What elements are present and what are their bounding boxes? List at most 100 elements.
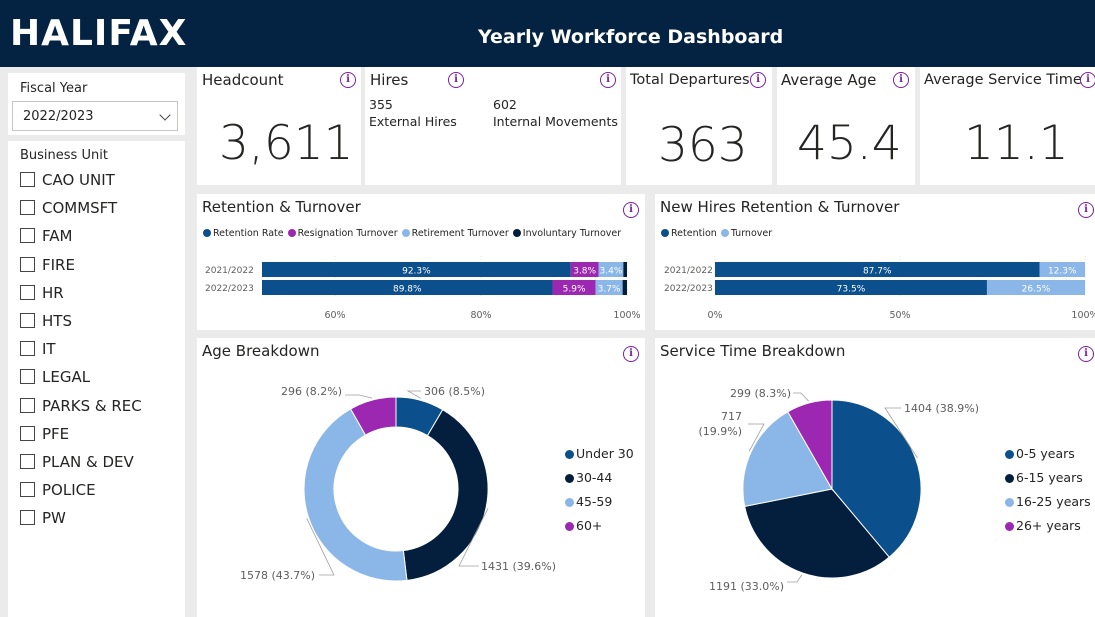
checkbox[interactable] (20, 200, 35, 216)
data-label: 1404 (38.9%) (904, 402, 979, 415)
new-hires-retention-card: New Hires Retention & Turnover i Retenti… (655, 194, 1095, 330)
bar-segment[interactable] (623, 262, 627, 277)
legend-item[interactable]: Under 30 (565, 442, 634, 466)
business-unit-item[interactable]: PFE (20, 423, 180, 445)
checkbox[interactable] (20, 425, 35, 441)
legend-item[interactable]: 6-15 years (1005, 466, 1091, 490)
checkbox[interactable] (20, 284, 35, 300)
pie-slice[interactable] (303, 408, 408, 582)
business-unit-label: PARKS & REC (42, 396, 142, 415)
info-icon[interactable]: i (893, 72, 909, 88)
info-icon[interactable]: i (448, 72, 464, 88)
data-label: 1578 (43.7%) (240, 569, 315, 582)
legend-dot (565, 522, 574, 531)
headcount-value: 3,611 (219, 116, 354, 171)
business-unit-item[interactable]: HTS (20, 310, 180, 332)
data-label: 92.3% (402, 267, 431, 277)
business-unit-item[interactable]: COMMSFT (20, 197, 180, 219)
average-age-value: 45.4 (797, 116, 902, 171)
pie-slice[interactable] (402, 409, 489, 581)
headcount-label: Headcount (202, 71, 284, 89)
business-unit-item[interactable]: HR (20, 282, 180, 304)
halifax-logo: HALIFAX (10, 13, 188, 54)
service-time-card: Average Service Time i 11.1 (920, 67, 1095, 185)
fiscal-year-select[interactable]: 2022/2023 (12, 101, 178, 131)
x-tick-label: 50% (889, 310, 910, 321)
data-label: 12.3% (1048, 267, 1077, 277)
data-label: 3.8% (573, 267, 596, 277)
business-unit-label: HR (42, 283, 64, 302)
business-unit-item[interactable]: FIRE (20, 254, 180, 276)
business-unit-item[interactable]: POLICE (20, 479, 180, 501)
service-time-breakdown-legend: 0-5 years 6-15 years 16-25 years 26+ years (1005, 442, 1091, 538)
page-title: Yearly Workforce Dashboard (478, 26, 784, 48)
legend-dot (1005, 474, 1014, 483)
legend-item[interactable]: 0-5 years (1005, 442, 1091, 466)
headcount-card: Headcount i 3,611 (197, 67, 361, 185)
data-label: 1431 (39.6%) (481, 560, 556, 573)
departures-card: Total Departures i 363 (626, 67, 772, 185)
business-unit-label: COMMSFT (42, 199, 118, 218)
retention-turnover-chart: 60% 80% 100% 2021/2022 92.3% 3.8% 3.4% 2022/202… (205, 256, 641, 321)
business-unit-label: POLICE (42, 481, 96, 500)
business-unit-label: CAO UNIT (42, 171, 115, 189)
checkbox[interactable] (20, 369, 35, 385)
checkbox[interactable] (20, 341, 35, 357)
business-unit-label: PFE (42, 424, 70, 443)
leader-line (406, 390, 421, 399)
business-unit-item[interactable]: PW (20, 507, 180, 529)
business-unit-item[interactable]: IT (20, 338, 180, 360)
age-breakdown-card: Age Breakdown i 306 (8.5%) 1431 (39.6%) 15… (197, 338, 645, 617)
info-icon[interactable]: i (600, 72, 616, 88)
data-label: 26.5% (1022, 285, 1051, 295)
legend-label: 30-44 (576, 470, 613, 485)
checkbox[interactable] (20, 313, 35, 328)
fiscal-year-value: 2022/2023 (23, 109, 94, 124)
business-unit-item[interactable]: PLAN & DEV (20, 451, 180, 473)
legend-label: 16-25 years (1016, 494, 1091, 509)
legend-label: 26+ years (1016, 518, 1081, 533)
checkbox[interactable] (20, 228, 35, 244)
info-icon[interactable]: i (750, 72, 766, 88)
data-label: 89.8% (393, 285, 422, 295)
checkbox[interactable] (20, 397, 35, 413)
checkbox[interactable] (20, 256, 35, 272)
business-unit-label: IT (42, 340, 56, 359)
info-icon[interactable]: i (340, 72, 356, 88)
legend-item[interactable]: 16-25 years (1005, 490, 1091, 514)
y-category-label: 2021/2022 (664, 266, 713, 276)
x-tick-label: 60% (324, 310, 345, 321)
data-label: 5.9% (563, 285, 586, 295)
legend-dot (565, 498, 574, 507)
checkbox[interactable] (20, 172, 35, 187)
business-unit-label: Business Unit (20, 148, 108, 163)
data-label: 3.7% (598, 285, 621, 295)
legend-label: 45-59 (576, 494, 613, 509)
leader-line (787, 574, 803, 583)
business-unit-item[interactable]: PARKS & REC (20, 395, 180, 417)
checkbox[interactable] (20, 482, 35, 498)
age-breakdown-legend: Under 30 30-44 45-59 60+ (565, 442, 634, 538)
x-tick-label: 100% (1071, 310, 1095, 321)
bar-segment[interactable] (622, 280, 627, 295)
business-unit-label: HTS (42, 312, 72, 330)
legend-item[interactable]: 60+ (565, 514, 634, 538)
legend-item[interactable]: 30-44 (565, 466, 634, 490)
data-label: 299 (8.3%) (730, 387, 791, 400)
legend-item[interactable]: 26+ years (1005, 514, 1091, 538)
checkbox[interactable] (20, 454, 35, 469)
data-label: 3.4% (600, 267, 623, 277)
internal-movements-value: 602 (493, 97, 517, 112)
info-icon[interactable]: i (1080, 72, 1095, 88)
y-category-label: 2022/2023 (205, 284, 254, 294)
business-unit-label: PLAN & DEV (42, 453, 134, 471)
legend-label: 60+ (576, 518, 603, 533)
checkbox[interactable] (20, 510, 35, 526)
business-unit-item[interactable]: LEGAL (20, 366, 180, 388)
x-tick-label: 80% (470, 310, 491, 321)
business-unit-item[interactable]: FAM (20, 225, 180, 247)
chevron-down-icon (159, 109, 171, 121)
legend-item[interactable]: 45-59 (565, 490, 634, 514)
new-hires-retention-chart: 0% 50% 100% 2021/2022 87.7% 12.3% 2022/2023 73.… (664, 256, 1095, 321)
business-unit-item[interactable]: CAO UNIT (20, 169, 180, 191)
